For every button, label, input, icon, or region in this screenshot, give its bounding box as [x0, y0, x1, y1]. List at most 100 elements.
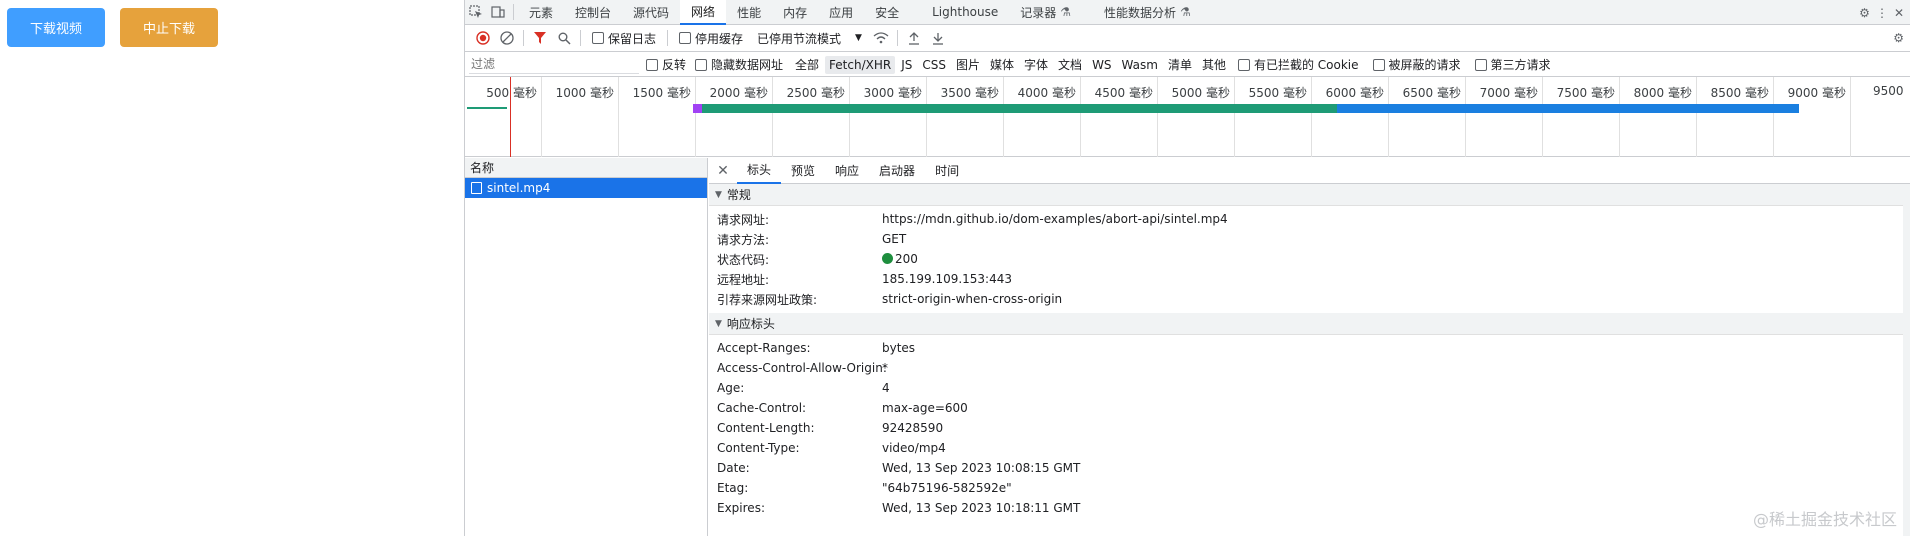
header-value: max-age=600: [882, 401, 968, 415]
filter-type-wasm[interactable]: Wasm: [1118, 56, 1162, 74]
export-har-icon[interactable]: [926, 27, 950, 49]
header-row: Accept-Ranges: bytes: [709, 338, 1910, 358]
network-overview-timeline[interactable]: 500 毫秒 1000 毫秒 1500 毫秒 2000 毫秒 2500 毫秒 3…: [465, 77, 1910, 157]
preserve-log-checkbox[interactable]: 保留日志: [592, 30, 656, 47]
header-row: Date: Wed, 13 Sep 2023 10:08:15 GMT: [709, 458, 1910, 478]
checkbox-box[interactable]: [1372, 58, 1385, 71]
toolbar-separator: [580, 30, 581, 46]
tab-performance[interactable]: 性能: [726, 0, 772, 25]
general-section-title: 常规: [726, 188, 751, 202]
filter-type-font[interactable]: 字体: [1020, 54, 1052, 75]
filter-type-media[interactable]: 媒体: [986, 54, 1018, 75]
request-row[interactable]: sintel.mp4: [465, 178, 707, 198]
filter-type-css[interactable]: CSS: [918, 56, 950, 74]
response-headers-section-header[interactable]: ▼ 响应标头: [709, 313, 1910, 335]
timeline-tick-label: 7000 毫秒: [1479, 86, 1538, 100]
checkbox-box[interactable]: [1237, 58, 1250, 71]
tab-performance-insights[interactable]: 性能数据分析 ⚗: [1082, 0, 1202, 25]
timeline-tick: 8500 毫秒: [1697, 77, 1774, 157]
third-party-checkbox[interactable]: 第三方请求: [1474, 56, 1551, 73]
disable-cache-label: 停用缓存: [695, 31, 744, 46]
filter-type-doc[interactable]: 文档: [1054, 54, 1086, 75]
filter-type-fetch-xhr[interactable]: Fetch/XHR: [825, 55, 896, 74]
header-row: 请求网址: https://mdn.github.io/dom-examples…: [709, 209, 1910, 229]
request-waterfall-bar-waiting: [693, 104, 702, 113]
tab-performance-insights-label: 性能数据分析: [1104, 5, 1177, 20]
checkbox-box[interactable]: [592, 32, 604, 44]
hide-data-urls-checkbox[interactable]: 隐藏数据网址: [695, 56, 783, 73]
timeline-tick-label: 9500: [1873, 84, 1904, 98]
tab-console[interactable]: 控制台: [564, 0, 622, 25]
filter-icon[interactable]: [528, 27, 552, 49]
tab-response[interactable]: 响应: [825, 158, 869, 184]
checkbox-box[interactable]: [679, 32, 692, 44]
header-key: 请求方法:: [717, 232, 770, 247]
tab-preview[interactable]: 预览: [781, 158, 825, 184]
demo-page: 下载视频 中止下载: [0, 0, 464, 536]
close-icon[interactable]: ✕: [1894, 6, 1904, 20]
tab-application[interactable]: 应用: [818, 0, 864, 25]
filter-input[interactable]: [469, 55, 639, 74]
tab-elements[interactable]: 元素: [518, 0, 564, 25]
clear-icon[interactable]: [495, 27, 519, 49]
checkbox-box[interactable]: [695, 58, 708, 71]
tab-lighthouse[interactable]: Lighthouse: [910, 0, 1009, 25]
timeline-tick-label: 500 毫秒: [486, 86, 537, 100]
request-list-header[interactable]: 名称: [465, 158, 707, 178]
close-icon[interactable]: ✕: [709, 163, 737, 179]
response-headers-section: Accept-Ranges: bytes Access-Control-Allo…: [709, 335, 1910, 518]
network-toolbar: 保留日志 停用缓存 已停用节流模式 ▼ ⚙: [465, 25, 1910, 52]
download-video-button[interactable]: 下载视频: [7, 8, 105, 47]
header-row: 远程地址: 185.199.109.153:443: [709, 269, 1910, 289]
general-section-header[interactable]: ▼ 常规: [709, 184, 1910, 206]
tabbar-right-icons: ⚙ ⋮ ✕: [1859, 0, 1904, 25]
hide-data-urls-label: 隐藏数据网址: [711, 58, 784, 72]
invert-checkbox[interactable]: 反转: [646, 56, 686, 73]
details-scrollbar[interactable]: [1903, 186, 1910, 536]
checkbox-box[interactable]: [1474, 58, 1487, 71]
detail-tabs: ✕ 标头 预览 响应 启动器 时间: [709, 158, 1910, 184]
blocked-cookies-checkbox[interactable]: 有已拦截的 Cookie: [1237, 56, 1359, 73]
tab-memory[interactable]: 内存: [772, 0, 818, 25]
network-conditions-icon[interactable]: [869, 27, 893, 49]
header-key: 引荐来源网址政策:: [717, 292, 818, 307]
more-options-icon[interactable]: ⋮: [1876, 6, 1888, 20]
record-stop-icon[interactable]: [471, 27, 495, 49]
timeline-tick: 6500 毫秒: [1389, 77, 1466, 157]
header-row: Cache-Control: max-age=600: [709, 398, 1910, 418]
throttle-select[interactable]: 已停用节流模式 ▼: [757, 30, 862, 47]
timeline-tick-label: 4000 毫秒: [1017, 86, 1076, 100]
filter-type-img[interactable]: 图片: [952, 54, 984, 75]
request-details: ✕ 标头 预览 响应 启动器 时间 ▼ 常规 请求网址: https://mdn…: [709, 158, 1910, 536]
timeline-tick: 7000 毫秒: [1466, 77, 1543, 157]
filter-type-js[interactable]: JS: [897, 56, 916, 74]
blocked-requests-label: 被屏蔽的请求: [1388, 58, 1461, 72]
tab-headers[interactable]: 标头: [737, 158, 782, 184]
inspect-element-icon[interactable]: [465, 1, 487, 23]
device-toolbar-icon[interactable]: [487, 1, 509, 23]
tab-network[interactable]: 网络: [680, 0, 727, 25]
timeline-tick: 2500 毫秒: [773, 77, 850, 157]
blocked-requests-checkbox[interactable]: 被屏蔽的请求: [1372, 56, 1461, 73]
filter-type-ws[interactable]: WS: [1088, 56, 1115, 74]
request-list: 名称 sintel.mp4: [465, 158, 708, 536]
network-settings-icon[interactable]: ⚙: [1893, 31, 1904, 45]
checkbox-box[interactable]: [646, 58, 658, 71]
tab-security[interactable]: 安全: [864, 0, 910, 25]
gear-icon[interactable]: ⚙: [1859, 6, 1870, 20]
abort-download-button[interactable]: 中止下载: [120, 8, 218, 47]
timeline-tick-label: 6500 毫秒: [1402, 86, 1461, 100]
flask-icon: ⚗: [1180, 5, 1191, 19]
filter-type-manifest[interactable]: 清单: [1164, 54, 1196, 75]
import-har-icon[interactable]: [902, 27, 926, 49]
disable-cache-checkbox[interactable]: 停用缓存: [679, 30, 743, 47]
tab-initiator[interactable]: 启动器: [869, 158, 925, 184]
timeline-tick-label: 2000 毫秒: [709, 86, 768, 100]
filter-type-other[interactable]: 其他: [1198, 54, 1230, 75]
timeline-tick: 3500 毫秒: [927, 77, 1004, 157]
tab-recorder[interactable]: 记录器 ⚗: [1009, 0, 1082, 25]
tab-sources[interactable]: 源代码: [622, 0, 680, 25]
filter-type-all[interactable]: 全部: [791, 54, 823, 75]
search-icon[interactable]: [552, 27, 576, 49]
tab-timing[interactable]: 时间: [925, 158, 969, 184]
